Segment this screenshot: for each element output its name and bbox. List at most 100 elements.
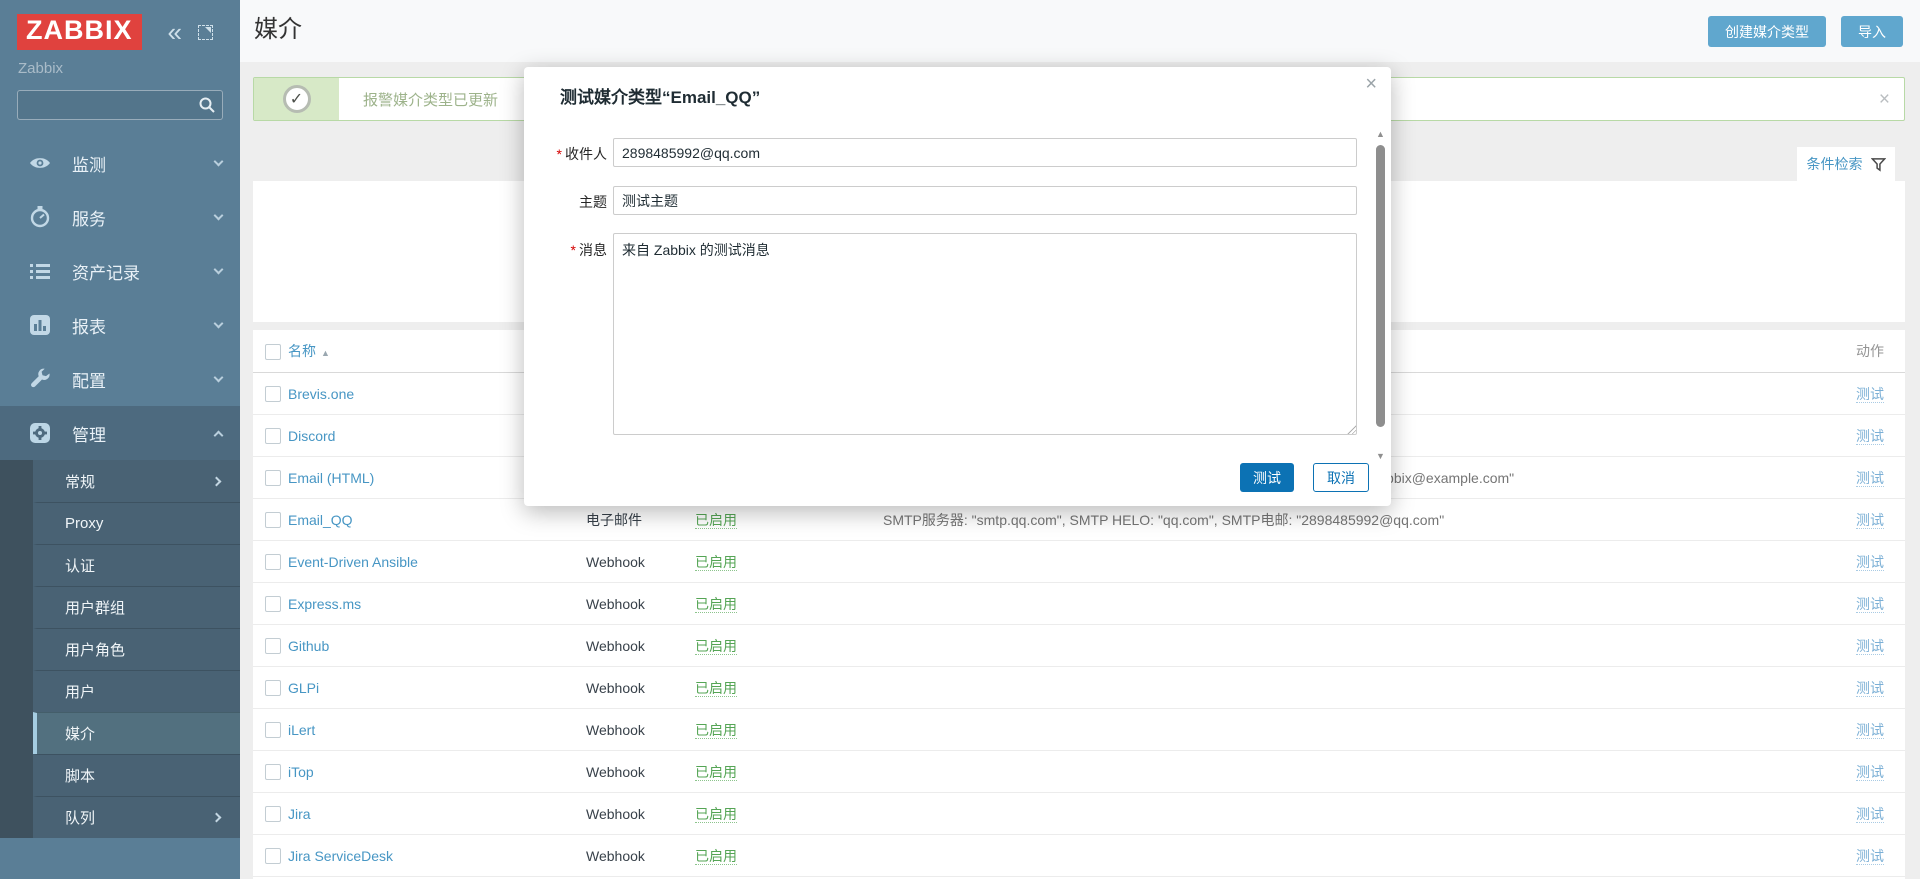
test-action-link[interactable]: 测试: [1856, 806, 1884, 823]
recipient-input[interactable]: [613, 138, 1357, 167]
sidebar-subitem-4[interactable]: 用户角色: [33, 628, 240, 670]
media-type-name-link[interactable]: iLert: [288, 722, 315, 738]
status-enabled-link[interactable]: 已启用: [695, 722, 737, 739]
scroll-up-icon[interactable]: ▲: [1374, 129, 1387, 139]
row-checkbox[interactable]: [265, 680, 281, 696]
brand-subtitle: Zabbix: [0, 50, 240, 77]
bar-chart-icon: [28, 313, 52, 337]
media-type-name-link[interactable]: Jira: [288, 806, 311, 822]
gear-icon: [28, 421, 52, 445]
test-action-link[interactable]: 测试: [1856, 512, 1884, 529]
modal-scrollbar: ▲ ▼: [1374, 129, 1387, 461]
status-enabled-link[interactable]: 已启用: [695, 512, 737, 529]
media-type-name-link[interactable]: iTop: [288, 764, 314, 780]
scrollbar-thumb[interactable]: [1376, 145, 1385, 427]
status-enabled-link[interactable]: 已启用: [695, 554, 737, 571]
sidebar-subitem-7[interactable]: 脚本: [33, 754, 240, 796]
sidebar-search[interactable]: [17, 90, 223, 120]
page-title: 媒介: [240, 0, 1920, 60]
sidebar-item-administration[interactable]: 管理: [0, 406, 240, 460]
status-enabled-link[interactable]: 已启用: [695, 806, 737, 823]
row-checkbox[interactable]: [265, 806, 281, 822]
sidebar-item-configuration[interactable]: 配置: [0, 352, 240, 406]
status-enabled-link[interactable]: 已启用: [695, 638, 737, 655]
row-checkbox[interactable]: [265, 722, 281, 738]
media-type-name-link[interactable]: Github: [288, 638, 329, 654]
subject-input[interactable]: [613, 186, 1357, 215]
sidebar-subitem-8[interactable]: 队列: [33, 796, 240, 838]
create-media-type-button[interactable]: 创建媒介类型: [1708, 16, 1826, 47]
sidebar-collapse-icon[interactable]: «: [168, 22, 182, 42]
sidebar-subitem-5[interactable]: 用户: [33, 670, 240, 712]
status-enabled-link[interactable]: 已启用: [695, 680, 737, 697]
row-checkbox[interactable]: [265, 470, 281, 486]
scroll-down-icon[interactable]: ▼: [1374, 451, 1387, 461]
sidebar-subitem-label: 脚本: [65, 765, 220, 786]
sidebar-subitem-label: 认证: [65, 555, 220, 576]
eye-icon: [28, 151, 52, 175]
table-row: GLPi Webhook 已启用 测试: [253, 667, 1905, 709]
media-type-name-link[interactable]: Email (HTML): [288, 470, 374, 486]
media-type-name-link[interactable]: Event-Driven Ansible: [288, 554, 418, 570]
check-circle-icon: ✓: [283, 85, 311, 113]
media-type-name-link[interactable]: Email_QQ: [288, 512, 353, 528]
sidebar-item-inventory[interactable]: 资产记录: [0, 244, 240, 298]
zabbix-logo[interactable]: ZABBIX: [17, 14, 142, 50]
modal-close-icon[interactable]: ×: [1365, 73, 1377, 96]
row-checkbox[interactable]: [265, 848, 281, 864]
sidebar-item-monitoring[interactable]: 监测: [0, 136, 240, 190]
test-action-link[interactable]: 测试: [1856, 596, 1884, 613]
sidebar-item-reports[interactable]: 报表: [0, 298, 240, 352]
search-input[interactable]: [26, 97, 198, 113]
media-type-name-link[interactable]: Express.ms: [288, 596, 361, 612]
row-checkbox[interactable]: [265, 386, 281, 402]
media-type-name-link[interactable]: Discord: [288, 428, 335, 444]
select-all-checkbox[interactable]: [265, 344, 281, 360]
sidebar-item-services[interactable]: 服务: [0, 190, 240, 244]
status-enabled-link[interactable]: 已启用: [695, 764, 737, 781]
test-action-link[interactable]: 测试: [1856, 722, 1884, 739]
row-checkbox[interactable]: [265, 554, 281, 570]
table-row: Event-Driven Ansible Webhook 已启用 测试: [253, 541, 1905, 583]
sidebar-expand-icon[interactable]: [198, 25, 213, 40]
sort-by-name-link[interactable]: 名称: [288, 343, 316, 359]
test-button[interactable]: 测试: [1240, 463, 1294, 492]
chevron-down-icon: [214, 372, 224, 382]
message-textarea[interactable]: 来自 Zabbix 的测试消息: [613, 233, 1357, 435]
sidebar-item-label: 监测: [72, 151, 215, 176]
test-action-link[interactable]: 测试: [1856, 470, 1884, 487]
row-checkbox[interactable]: [265, 638, 281, 654]
test-action-link[interactable]: 测试: [1856, 680, 1884, 697]
sidebar-subitem-3[interactable]: 用户群组: [33, 586, 240, 628]
test-action-link[interactable]: 测试: [1856, 386, 1884, 403]
sidebar-subitem-label: 用户: [65, 681, 220, 702]
row-checkbox[interactable]: [265, 764, 281, 780]
sidebar-subitem-1[interactable]: Proxy: [33, 502, 240, 544]
table-row: iTop Webhook 已启用 测试: [253, 751, 1905, 793]
sidebar-subitem-label: 常规: [65, 471, 213, 492]
test-action-link[interactable]: 测试: [1856, 848, 1884, 865]
sidebar-subitem-label: 队列: [65, 807, 213, 828]
row-checkbox[interactable]: [265, 428, 281, 444]
sidebar-subitem-2[interactable]: 认证: [33, 544, 240, 586]
status-enabled-link[interactable]: 已启用: [695, 596, 737, 613]
test-action-link[interactable]: 测试: [1856, 554, 1884, 571]
test-action-link[interactable]: 测试: [1856, 764, 1884, 781]
cancel-button[interactable]: 取消: [1313, 463, 1369, 492]
media-type-name-link[interactable]: Jira ServiceDesk: [288, 848, 393, 864]
message-close-icon[interactable]: ×: [1865, 90, 1904, 109]
test-action-link[interactable]: 测试: [1856, 638, 1884, 655]
import-button[interactable]: 导入: [1841, 16, 1903, 47]
status-enabled-link[interactable]: 已启用: [695, 848, 737, 865]
filter-tab[interactable]: 条件检索: [1797, 147, 1895, 181]
media-type-name-link[interactable]: GLPi: [288, 680, 319, 696]
sidebar-subitem-6[interactable]: 媒介: [33, 712, 240, 754]
row-checkbox[interactable]: [265, 512, 281, 528]
required-asterisk: *: [557, 146, 562, 162]
media-type-name-link[interactable]: Brevis.one: [288, 386, 354, 402]
test-action-link[interactable]: 测试: [1856, 428, 1884, 445]
media-type-type: Webhook: [586, 638, 695, 654]
chevron-up-icon: [214, 430, 224, 440]
row-checkbox[interactable]: [265, 596, 281, 612]
sidebar-subitem-0[interactable]: 常规: [33, 460, 240, 502]
